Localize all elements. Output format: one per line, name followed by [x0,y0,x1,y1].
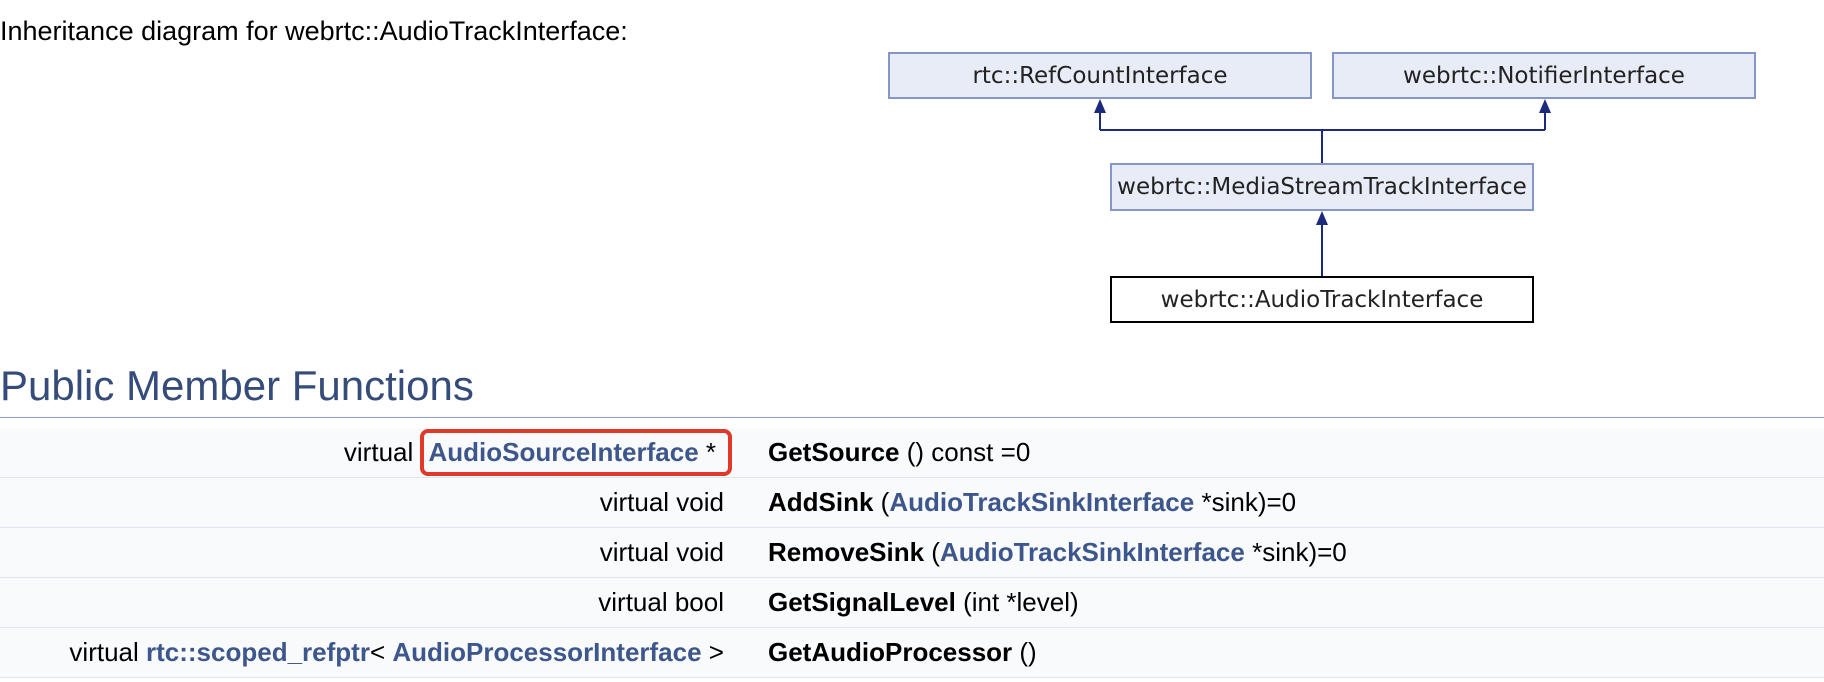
node-webrtc-mediastreamtrackinterface[interactable]: webrtc::MediaStreamTrackInterface [1110,163,1534,211]
fn-args-close: *sink)=0 [1194,487,1297,517]
link-scoped-refptr[interactable]: rtc::scoped_refptr [146,637,370,667]
signature-cell: AddSink (AudioTrackSinkInterface *sink)=… [746,477,1824,528]
fn-args: (int *level) [955,587,1079,617]
node-rtc-refcountinterface[interactable]: rtc::RefCountInterface [888,52,1312,99]
link-audiosourceinterface[interactable]: AudioSourceInterface [428,437,698,467]
node-webrtc-audiotrackinterface: webrtc::AudioTrackInterface [1110,276,1534,323]
section-divider [0,417,1824,418]
template-close: > [701,637,724,667]
return-type-cell: virtual bool [0,577,746,628]
node-webrtc-notifierinterface[interactable]: webrtc::NotifierInterface [1332,52,1756,99]
fn-args-close: *sink)=0 [1244,537,1347,567]
link-audiotracksinkinterface[interactable]: AudioTrackSinkInterface [889,487,1194,517]
fn-args-open: ( [873,487,890,517]
return-type-suffix: * [698,437,716,467]
inheritance-edges [1094,99,1551,280]
fn-getaudioprocessor[interactable]: GetAudioProcessor [768,637,1012,667]
fn-getsource[interactable]: GetSource [768,437,900,467]
fn-args: () const =0 [899,437,1031,467]
return-type-cell: virtual void [0,527,746,578]
signature-cell: GetSource () const =0 [746,428,1824,478]
signature-cell: GetAudioProcessor () [746,627,1824,678]
signature-cell: RemoveSink (AudioTrackSinkInterface *sin… [746,527,1824,578]
member-row-removesink: virtual void RemoveSink (AudioTrackSinkI… [0,527,1824,578]
member-row-getaudioprocessor: virtual rtc::scoped_refptr< AudioProcess… [0,627,1824,678]
highlighted-return-type: AudioSourceInterface * [420,429,732,476]
fn-addsink[interactable]: AddSink [768,487,873,517]
fn-removesink[interactable]: RemoveSink [768,537,924,567]
member-row-getsignallevel: virtual bool GetSignalLevel (int *level) [0,577,1824,628]
return-type-cell: virtual void [0,477,746,528]
return-type-cell: virtual AudioSourceInterface * [0,428,746,478]
member-row-getsource: virtual AudioSourceInterface * GetSource… [0,428,1824,478]
link-audiotracksinkinterface[interactable]: AudioTrackSinkInterface [940,537,1245,567]
template-open: < [369,637,393,667]
link-audioprocessorinterface[interactable]: AudioProcessorInterface [392,637,701,667]
member-functions-table: virtual AudioSourceInterface * GetSource… [0,428,1824,678]
member-row-addsink: virtual void AddSink (AudioTrackSinkInte… [0,477,1824,528]
fn-args: () [1012,637,1037,667]
signature-cell: GetSignalLevel (int *level) [746,577,1824,628]
fn-getsignallevel[interactable]: GetSignalLevel [768,587,956,617]
return-type-cell: virtual rtc::scoped_refptr< AudioProcess… [0,627,746,678]
fn-args-open: ( [924,537,940,567]
return-type-prefix: virtual [69,637,146,667]
return-type-prefix: virtual [343,437,421,467]
section-title-public-member-functions: Public Member Functions [0,362,474,409]
